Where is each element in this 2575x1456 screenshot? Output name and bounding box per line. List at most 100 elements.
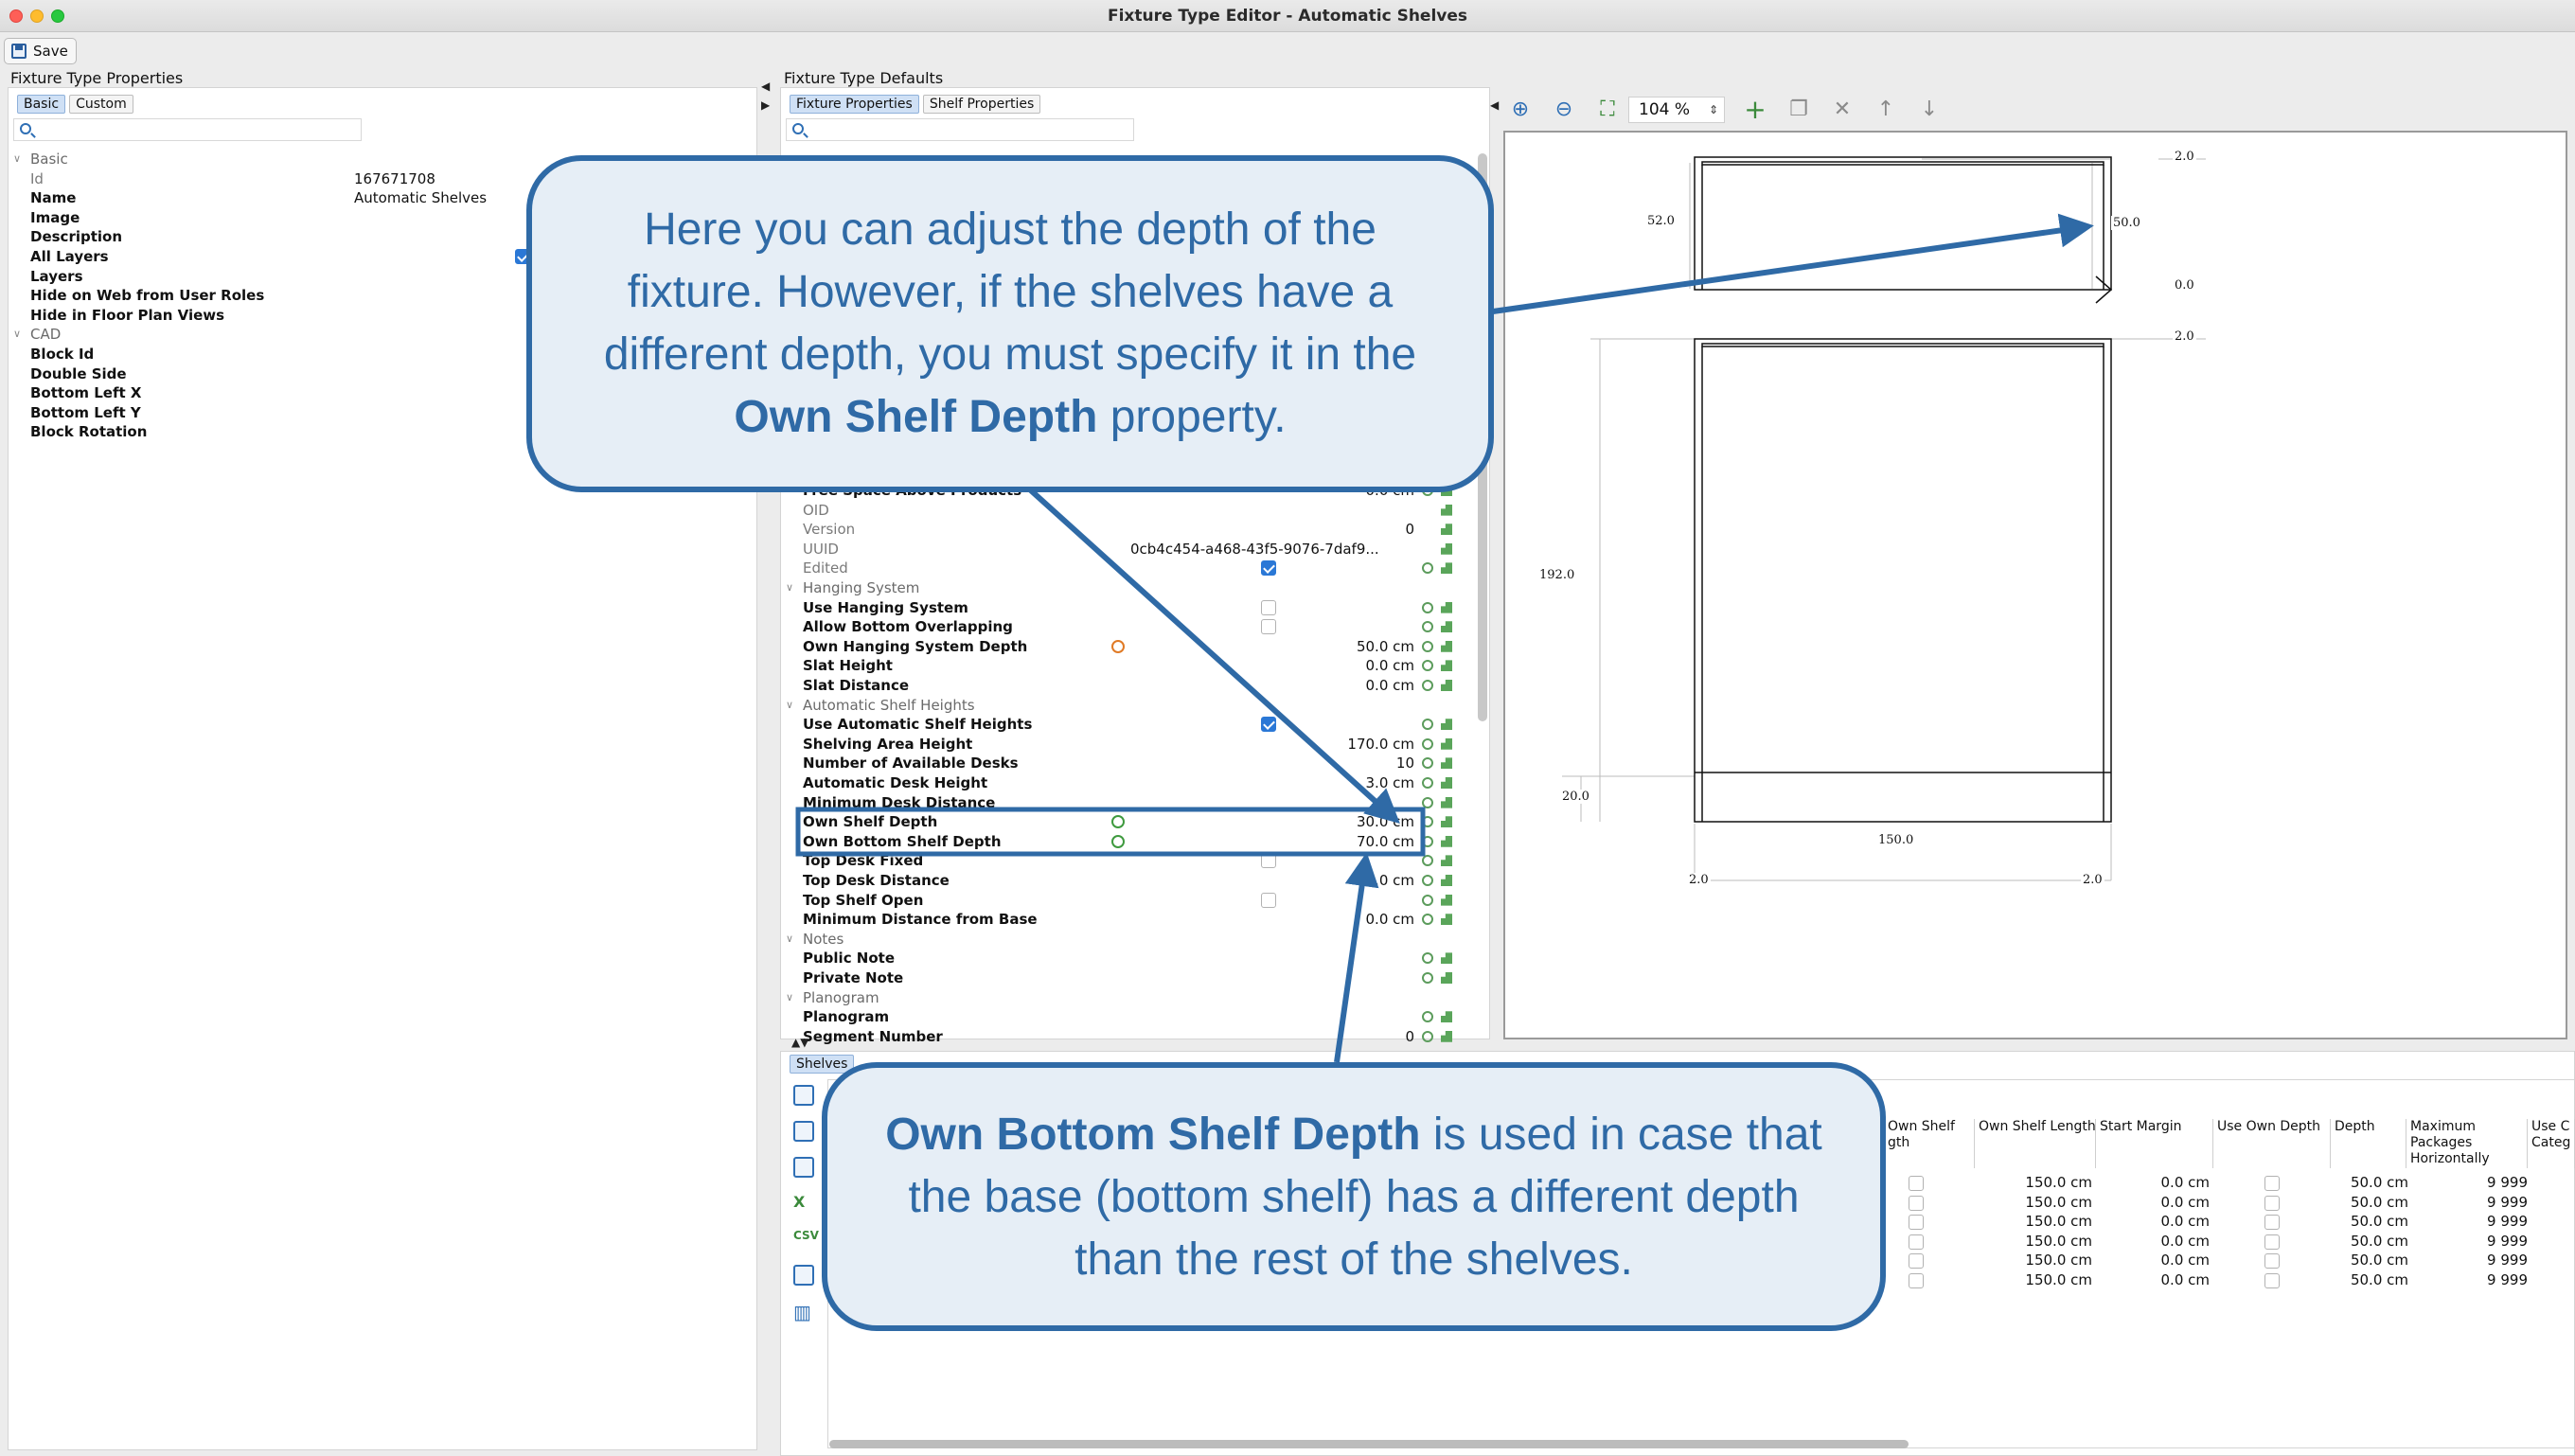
- use-own-depth-checkbox[interactable]: [2264, 1234, 2280, 1250]
- table-cell[interactable]: 50.0 cm: [2331, 1233, 2408, 1250]
- property-row[interactable]: Top Shelf Open: [786, 891, 1475, 910]
- inherit-icon[interactable]: [1441, 757, 1452, 770]
- use-own-depth-checkbox[interactable]: [2264, 1253, 2280, 1270]
- property-row[interactable]: Own Shelf Depth 30.0 cm: [786, 812, 1475, 831]
- checkbox[interactable]: [1261, 619, 1276, 635]
- reset-icon[interactable]: [1422, 914, 1433, 926]
- inherit-icon[interactable]: [1441, 601, 1452, 613]
- table-cell[interactable]: 0.0 cm: [2096, 1174, 2210, 1191]
- left-search-input[interactable]: [13, 118, 362, 141]
- table-cell[interactable]: 0.0 cm: [2096, 1213, 2210, 1230]
- table-cell[interactable]: 0.0 cm: [2096, 1233, 2210, 1250]
- property-value[interactable]: 0: [1104, 520, 1414, 539]
- table-cell[interactable]: 150.0 cm: [1975, 1194, 2092, 1211]
- table-cell[interactable]: 50.0 cm: [2331, 1252, 2408, 1269]
- table-cell[interactable]: 50.0 cm: [2331, 1271, 2408, 1288]
- table-cell[interactable]: 150.0 cm: [1975, 1213, 2092, 1230]
- table-cell[interactable]: 50.0 cm: [2331, 1194, 2408, 1211]
- inherit-icon[interactable]: [1441, 1011, 1452, 1023]
- property-row[interactable]: Own Hanging System Depth 50.0 cm: [786, 637, 1475, 656]
- reset-icon[interactable]: [1422, 1011, 1433, 1023]
- reset-icon[interactable]: [1422, 757, 1433, 770]
- use-own-depth-checkbox[interactable]: [2264, 1215, 2280, 1231]
- checkbox[interactable]: [1261, 853, 1276, 869]
- table-cell[interactable]: 0.0 cm: [2096, 1194, 2210, 1211]
- reset-icon[interactable]: [1422, 1030, 1433, 1042]
- copy-icon[interactable]: [793, 1121, 814, 1142]
- shelves-horizontal-scrollbar[interactable]: [829, 1440, 1909, 1448]
- table-cell[interactable]: 9 999: [2406, 1213, 2528, 1230]
- table-cell[interactable]: 9 999: [2406, 1271, 2528, 1288]
- viewer-collapse-arrow-icon[interactable]: ◀: [1490, 98, 1499, 112]
- tab-fixture-properties[interactable]: Fixture Properties: [790, 95, 919, 114]
- inherit-icon[interactable]: [1441, 524, 1452, 536]
- column-header[interactable]: Start Margin: [2096, 1119, 2213, 1168]
- property-value[interactable]: 170.0 cm: [1104, 735, 1414, 754]
- move-up-icon[interactable]: ↑: [1874, 98, 1897, 121]
- inherit-icon[interactable]: [1441, 952, 1452, 965]
- property-row[interactable]: UUID 0cb4c454-a468-43f5-9076-7daf9...: [786, 540, 1475, 559]
- use-own-depth-checkbox[interactable]: [2264, 1176, 2280, 1191]
- use-own-depth-checkbox[interactable]: [2264, 1273, 2280, 1288]
- property-row[interactable]: Version 0: [786, 520, 1475, 539]
- column-header[interactable]: Depth: [2331, 1119, 2406, 1168]
- row-checkbox[interactable]: [1909, 1234, 1924, 1250]
- row-checkbox[interactable]: [1909, 1253, 1924, 1270]
- reset-icon[interactable]: [1422, 796, 1433, 808]
- row-checkbox[interactable]: [1909, 1176, 1924, 1191]
- property-value[interactable]: 0.0 cm: [1104, 910, 1414, 929]
- inherit-icon[interactable]: [1441, 816, 1452, 828]
- tab-shelf-properties[interactable]: Shelf Properties: [922, 95, 1041, 114]
- reset-icon[interactable]: [1422, 640, 1433, 652]
- collapse-up-arrow-icon[interactable]: ▲▼: [791, 1036, 808, 1049]
- property-row[interactable]: Top Desk Fixed: [786, 851, 1475, 870]
- inherit-icon[interactable]: [1441, 621, 1452, 633]
- save-button[interactable]: Save: [4, 38, 77, 64]
- column-header[interactable]: Use Own Depth: [2213, 1119, 2331, 1168]
- reset-icon[interactable]: [1422, 816, 1433, 828]
- zoom-stepper-icon[interactable]: ⇕: [1709, 98, 1718, 122]
- zoom-in-icon[interactable]: ⊕: [1509, 98, 1532, 121]
- reset-icon[interactable]: [1422, 855, 1433, 867]
- table-cell[interactable]: 50.0 cm: [2331, 1174, 2408, 1191]
- add-icon[interactable]: +: [1744, 97, 1767, 123]
- expand-right-arrow-icon[interactable]: ▶: [761, 98, 770, 112]
- reset-icon[interactable]: [1422, 894, 1433, 906]
- collapse-left-arrow-icon[interactable]: ◀: [761, 80, 770, 93]
- property-row[interactable]: Planogram: [786, 1007, 1475, 1026]
- table-cell[interactable]: 0.0 cm: [2096, 1271, 2210, 1288]
- reset-icon[interactable]: [1422, 972, 1433, 984]
- inherit-icon[interactable]: [1441, 777, 1452, 789]
- reset-icon[interactable]: [1422, 719, 1433, 731]
- inherit-icon[interactable]: [1441, 972, 1452, 984]
- row-checkbox[interactable]: [1909, 1215, 1924, 1231]
- property-value[interactable]: 50.0 cm: [1104, 637, 1414, 656]
- column-header[interactable]: Own Shelf gth: [1884, 1119, 1975, 1168]
- paste-icon[interactable]: [793, 1157, 814, 1178]
- inherit-icon[interactable]: [1441, 542, 1452, 555]
- middle-search-input[interactable]: [786, 118, 1134, 141]
- property-row[interactable]: Slat Height 0.0 cm: [786, 656, 1475, 675]
- reset-icon[interactable]: [1422, 737, 1433, 750]
- inherit-icon[interactable]: [1441, 835, 1452, 847]
- inherit-icon[interactable]: [1441, 875, 1452, 886]
- reset-icon[interactable]: [1422, 952, 1433, 965]
- property-row[interactable]: Slat Distance 0.0 cm: [786, 676, 1475, 695]
- property-group-header[interactable]: ∨ Automatic Shelf Heights: [786, 696, 1475, 715]
- inherit-icon[interactable]: [1441, 855, 1452, 867]
- fixture-drawing-canvas[interactable]: 2.0 52.0 50.0 0.0 2.0 192.0 20.0 150.0 2…: [1503, 131, 2567, 1039]
- inherit-icon[interactable]: [1441, 914, 1452, 926]
- inherit-icon[interactable]: [1441, 796, 1452, 808]
- inherit-icon[interactable]: [1441, 640, 1452, 652]
- table-cell[interactable]: 9 999: [2406, 1174, 2528, 1191]
- property-value[interactable]: 70.0 cm: [1104, 832, 1414, 851]
- property-group-header[interactable]: ∨ Planogram: [786, 988, 1475, 1007]
- property-row[interactable]: Public Note: [786, 949, 1475, 968]
- inherit-icon[interactable]: [1441, 660, 1452, 672]
- zoom-out-icon[interactable]: ⊖: [1553, 98, 1575, 121]
- reset-icon[interactable]: [1422, 680, 1433, 691]
- csv-export-icon[interactable]: CSV: [793, 1229, 819, 1250]
- property-row[interactable]: Number of Available Desks 10: [786, 754, 1475, 772]
- property-group-header[interactable]: ∨ Notes: [786, 930, 1475, 949]
- property-value[interactable]: Automatic Shelves: [354, 188, 487, 207]
